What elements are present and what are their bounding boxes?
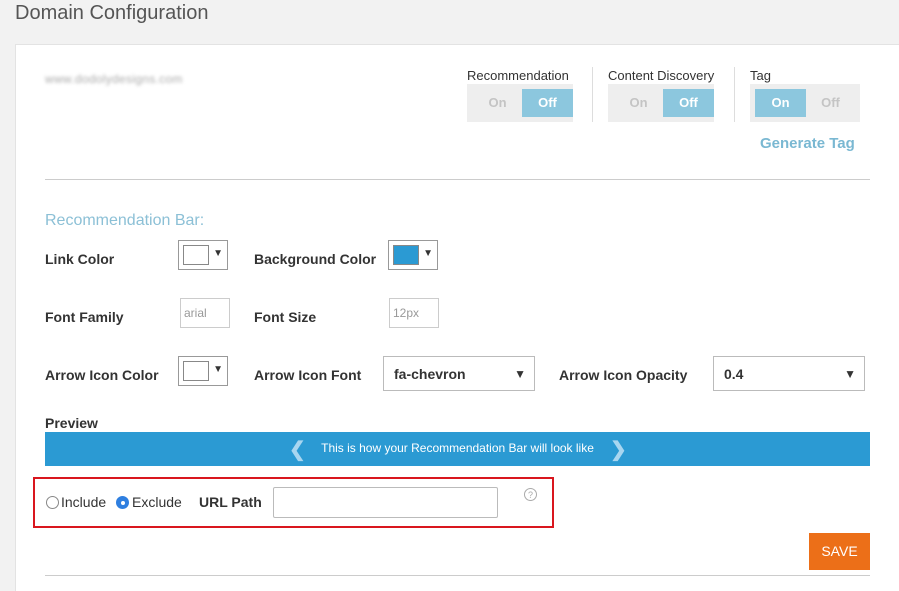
save-button[interactable]: SAVE [809, 533, 870, 570]
link-color-picker[interactable]: ▼ [178, 240, 228, 270]
recommendation-on-button[interactable]: On [472, 89, 523, 117]
recommendation-off-button[interactable]: Off [522, 89, 573, 117]
preview-bar: ❮ This is how your Recommendation Bar wi… [45, 432, 870, 466]
arrow-icon-font-label: Arrow Icon Font [254, 367, 362, 383]
font-family-label: Font Family [45, 309, 124, 325]
chevron-down-icon: ▼ [213, 248, 223, 259]
arrow-icon-opacity-select[interactable]: 0.4 ▼ [713, 356, 865, 391]
divider [45, 575, 870, 576]
domain-name: www.dodolydesigns.com [45, 72, 183, 86]
generate-tag-link[interactable]: Generate Tag [760, 135, 855, 152]
chevron-down-icon: ▼ [844, 367, 856, 381]
content-discovery-off-button[interactable]: Off [663, 89, 714, 117]
font-size-label: Font Size [254, 309, 317, 325]
help-icon[interactable]: ? [524, 488, 537, 501]
exclude-label[interactable]: Exclude [132, 494, 182, 510]
recommendation-toggle-title: Recommendation [467, 68, 569, 83]
chevron-down-icon: ▼ [213, 364, 223, 375]
link-color-swatch [183, 245, 209, 265]
tag-off-button[interactable]: Off [805, 89, 856, 117]
toggle-divider [592, 67, 593, 122]
link-color-label: Link Color [45, 251, 115, 267]
arrow-icon-font-select[interactable]: fa-chevron ▼ [383, 356, 535, 391]
toggle-divider [734, 67, 735, 122]
preview-label: Preview [45, 415, 98, 431]
chevron-right-icon: ❯ [610, 439, 627, 461]
arrow-icon-color-picker[interactable]: ▼ [178, 356, 228, 386]
tag-on-button[interactable]: On [755, 89, 806, 117]
include-label[interactable]: Include [61, 494, 106, 510]
arrow-icon-opacity-value: 0.4 [724, 366, 744, 382]
url-path-label: URL Path [199, 494, 262, 510]
url-path-input[interactable] [273, 487, 498, 518]
font-size-input[interactable]: 12px [389, 298, 439, 328]
arrow-icon-color-label: Arrow Icon Color [45, 367, 159, 383]
exclude-radio[interactable] [116, 496, 129, 509]
page-title: Domain Configuration [15, 2, 209, 24]
arrow-icon-color-swatch [183, 361, 209, 381]
chevron-down-icon: ▼ [423, 248, 433, 259]
content-discovery-toggle: On Off [608, 84, 714, 122]
preview-text: This is how your Recommendation Bar will… [321, 441, 594, 455]
content-discovery-on-button[interactable]: On [613, 89, 664, 117]
chevron-down-icon: ▼ [514, 367, 526, 381]
background-color-swatch [393, 245, 419, 265]
content-discovery-toggle-title: Content Discovery [608, 68, 715, 83]
recommendation-bar-title: Recommendation Bar: [45, 212, 205, 229]
tag-toggle: On Off [750, 84, 860, 122]
include-radio[interactable] [46, 496, 59, 509]
background-color-picker[interactable]: ▼ [388, 240, 438, 270]
font-family-input[interactable]: arial [180, 298, 230, 328]
arrow-icon-opacity-label: Arrow Icon Opacity [559, 367, 688, 383]
recommendation-toggle: On Off [467, 84, 573, 122]
tag-toggle-title: Tag [750, 68, 771, 83]
divider [45, 179, 870, 180]
background-color-label: Background Color [254, 251, 377, 267]
arrow-icon-font-value: fa-chevron [394, 366, 466, 382]
